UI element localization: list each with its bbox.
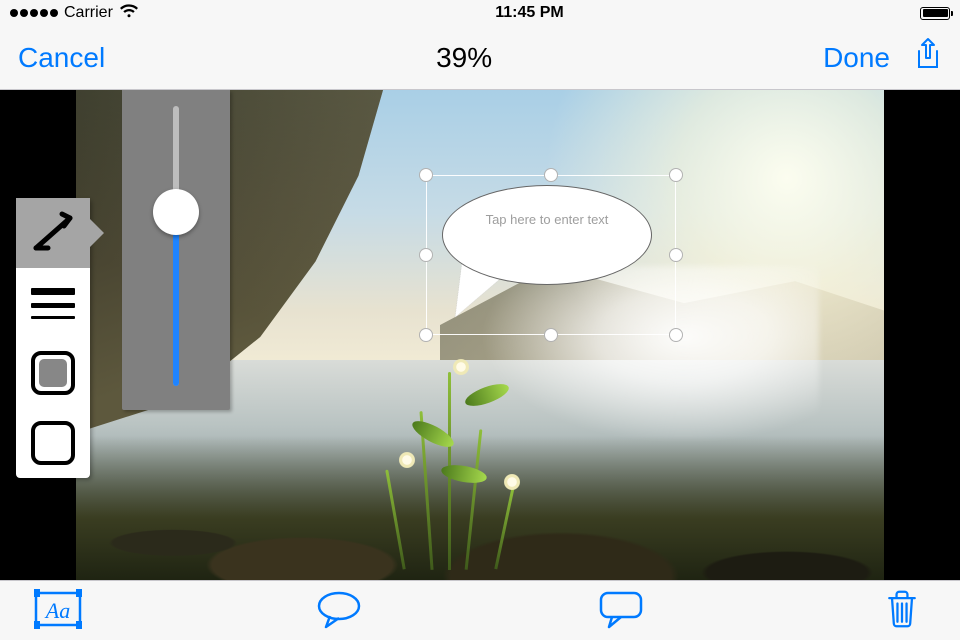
text-box-icon: Aa bbox=[34, 589, 82, 629]
svg-text:Aa: Aa bbox=[44, 598, 70, 623]
add-text-button[interactable]: Aa bbox=[34, 589, 82, 632]
status-time: 11:45 PM bbox=[495, 4, 563, 22]
status-right bbox=[920, 7, 950, 20]
tool-angle[interactable] bbox=[16, 198, 90, 268]
resize-handle-br[interactable] bbox=[669, 328, 683, 342]
outline-icon bbox=[31, 421, 75, 465]
speech-bubble-object[interactable]: Tap here to enter text bbox=[426, 175, 676, 335]
bottom-toolbar: Aa bbox=[0, 580, 960, 640]
line-width-slider[interactable] bbox=[173, 106, 179, 386]
speech-bubble-rect-icon bbox=[597, 589, 645, 629]
speech-bubble-round-icon bbox=[315, 589, 363, 629]
slider-thumb[interactable] bbox=[153, 189, 199, 235]
angle-icon bbox=[30, 208, 76, 259]
share-button[interactable] bbox=[914, 37, 942, 78]
resize-handle-l[interactable] bbox=[419, 248, 433, 262]
trash-icon bbox=[878, 589, 926, 629]
fill-color-icon bbox=[31, 351, 75, 395]
navbar: Cancel 39% Done bbox=[0, 26, 960, 90]
cancel-button[interactable]: Cancel bbox=[18, 42, 105, 74]
battery-icon bbox=[920, 7, 950, 20]
status-left: Carrier bbox=[10, 4, 139, 23]
tool-fill-color[interactable] bbox=[16, 338, 90, 408]
share-icon bbox=[914, 37, 942, 71]
canvas-area[interactable]: Tap here to enter text bbox=[0, 90, 960, 580]
signal-strength-icon bbox=[10, 9, 58, 17]
line-weight-icon bbox=[31, 288, 75, 319]
status-bar: Carrier 11:45 PM bbox=[0, 0, 960, 26]
resize-handle-tr[interactable] bbox=[669, 168, 683, 182]
resize-handle-b[interactable] bbox=[544, 328, 558, 342]
resize-handle-tl[interactable] bbox=[419, 168, 433, 182]
add-speech-bubble-button[interactable] bbox=[315, 589, 363, 632]
resize-handle-t[interactable] bbox=[544, 168, 558, 182]
carrier-label: Carrier bbox=[64, 4, 113, 22]
wifi-icon bbox=[119, 4, 139, 23]
nav-title: 39% bbox=[436, 42, 492, 74]
style-tool-panel bbox=[16, 198, 90, 478]
done-button[interactable]: Done bbox=[823, 42, 890, 74]
resize-handle-bl[interactable] bbox=[419, 328, 433, 342]
tool-outline[interactable] bbox=[16, 408, 90, 478]
add-speech-bubble-rect-button[interactable] bbox=[597, 589, 645, 632]
selection-box[interactable] bbox=[426, 175, 676, 335]
line-width-slider-panel bbox=[122, 90, 230, 410]
resize-handle-r[interactable] bbox=[669, 248, 683, 262]
tool-line-weight[interactable] bbox=[16, 268, 90, 338]
delete-button[interactable] bbox=[878, 589, 926, 632]
